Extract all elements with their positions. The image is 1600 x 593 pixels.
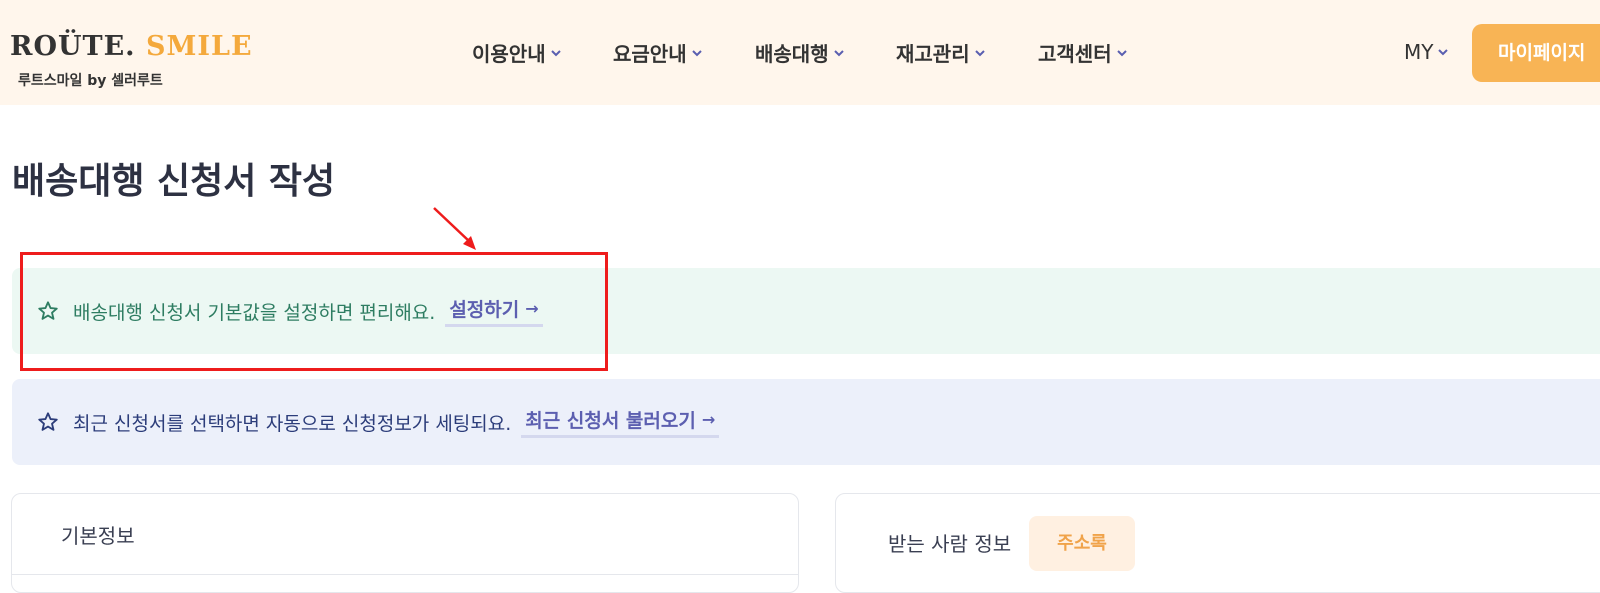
nav-item-label: 고객센터: [1038, 42, 1112, 66]
arrow-right-icon: →: [525, 299, 539, 318]
basic-info-card: 기본정보: [11, 493, 799, 593]
chevron-down-icon: [1438, 49, 1449, 56]
address-book-button[interactable]: 주소록: [1029, 516, 1135, 571]
recent-banner: 최근 신청서를 선택하면 자동으로 신청정보가 세팅되요. 최근 신청서 불러오…: [12, 379, 1600, 465]
basic-info-title: 기본정보: [61, 524, 135, 548]
recipient-title: 받는 사람 정보: [888, 532, 1012, 556]
settings-link-label: 설정하기: [449, 299, 520, 321]
logo-smile: SMILE: [145, 31, 253, 62]
settings-link[interactable]: 설정하기 →: [445, 295, 543, 327]
nav-item-shipping[interactable]: 배송대행: [755, 38, 844, 67]
chevron-down-icon: [550, 49, 561, 56]
star-icon: [38, 412, 58, 431]
site-header: ROÜTE. SMILE 루트스마일 by 셀러루트 이용안내 요금안내 배송대…: [0, 0, 1600, 105]
defaults-banner-message: 배송대행 신청서 기본값을 설정하면 편리해요.: [73, 301, 436, 324]
nav-item-inventory[interactable]: 재고관리: [896, 38, 985, 67]
chevron-down-icon: [1116, 49, 1127, 56]
my-menu[interactable]: MY: [1404, 40, 1449, 64]
chevron-down-icon: [974, 49, 985, 56]
logo-route: ROÜTE.: [10, 31, 136, 62]
nav-item-label: 이용안내: [472, 42, 546, 66]
nav-item-support[interactable]: 고객센터: [1038, 38, 1127, 67]
star-icon: [38, 301, 58, 320]
nav-item-pricing[interactable]: 요금안내: [613, 38, 702, 67]
nav-item-guide[interactable]: 이용안내: [472, 38, 561, 67]
logo[interactable]: ROÜTE. SMILE 루트스마일 by 셀러루트: [10, 30, 253, 89]
logo-wordmark: ROÜTE. SMILE: [10, 30, 253, 64]
logo-subtitle: 루트스마일 by 셀러루트: [18, 73, 163, 89]
annotation-arrow-icon: [433, 207, 476, 250]
nav-item-label: 재고관리: [896, 42, 970, 66]
nav-item-label: 요금안내: [613, 42, 687, 66]
nav-item-label: 배송대행: [755, 42, 829, 66]
chevron-down-icon: [691, 49, 702, 56]
recipient-card: 받는 사람 정보 주소록: [835, 493, 1600, 593]
page-title: 배송대행 신청서 작성: [12, 161, 336, 202]
load-recent-link[interactable]: 최근 신청서 불러오기 →: [521, 406, 720, 438]
my-label: MY: [1404, 40, 1434, 64]
load-recent-link-label: 최근 신청서 불러오기: [525, 410, 696, 432]
arrow-right-icon: →: [701, 410, 716, 429]
card-divider: [12, 574, 798, 575]
chevron-down-icon: [833, 49, 844, 56]
defaults-banner: 배송대행 신청서 기본값을 설정하면 편리해요. 설정하기 →: [12, 268, 1600, 354]
recent-banner-message: 최근 신청서를 선택하면 자동으로 신청정보가 세팅되요.: [73, 412, 512, 435]
mypage-button[interactable]: 마이페이지: [1472, 24, 1600, 82]
